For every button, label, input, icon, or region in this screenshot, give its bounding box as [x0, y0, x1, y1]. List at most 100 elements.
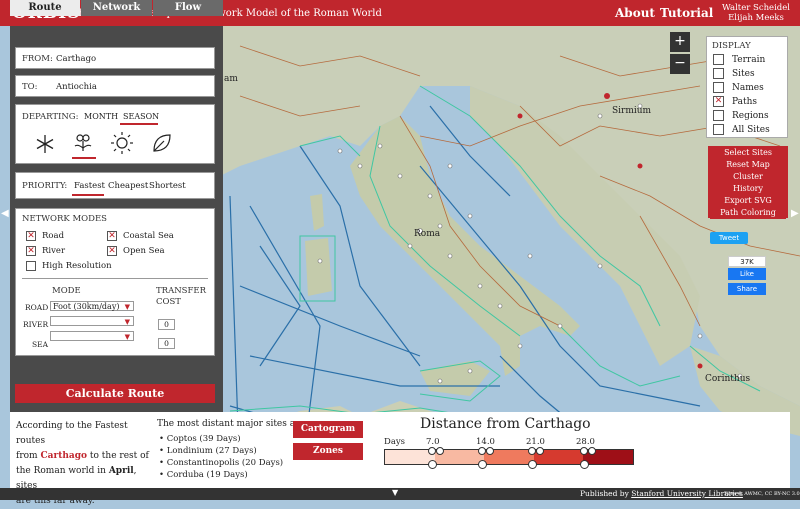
- legend-title: Distance from Carthago: [420, 416, 591, 432]
- sites-checkbox[interactable]: [713, 68, 724, 79]
- history-button[interactable]: History: [710, 183, 786, 195]
- regions-checkbox[interactable]: [713, 110, 724, 121]
- spring-flower-icon[interactable]: [70, 131, 96, 157]
- to-value[interactable]: Antiochia: [56, 82, 97, 92]
- nav-about-link[interactable]: About: [615, 6, 655, 20]
- road-mode-select[interactable]: Foot (30km/day) ▼: [50, 301, 134, 311]
- to-label: TO:: [22, 82, 38, 92]
- coastal-sea-checkbox[interactable]: ✕: [107, 231, 117, 241]
- cluster-button[interactable]: Cluster: [710, 171, 786, 183]
- export-svg-button[interactable]: Export SVG: [710, 195, 786, 207]
- legend-handle[interactable]: [536, 447, 544, 455]
- spring-selected-underline: [72, 157, 96, 159]
- river-checkbox[interactable]: ✕: [26, 246, 36, 256]
- nav-tutorial-link[interactable]: Tutorial: [660, 6, 713, 20]
- coastal-sea-label: Coastal Sea: [123, 231, 174, 241]
- all-sites-label: All Sites: [732, 125, 770, 135]
- to-field[interactable]: TO: Antiochia: [15, 75, 215, 97]
- reset-map-button[interactable]: Reset Map: [710, 159, 786, 171]
- legend-handle[interactable]: [428, 460, 437, 469]
- tab-network[interactable]: Network: [81, 0, 152, 16]
- calculate-route-button[interactable]: Calculate Route: [15, 384, 215, 403]
- select-sites-button[interactable]: Select Sites: [710, 147, 786, 159]
- priority-shortest[interactable]: Shortest: [149, 181, 186, 191]
- legend-handle[interactable]: [478, 447, 486, 455]
- from-field[interactable]: FROM: Carthago: [15, 47, 215, 69]
- autumn-leaf-icon[interactable]: [150, 131, 174, 155]
- share-button[interactable]: Share: [728, 283, 766, 295]
- legend-handle[interactable]: [580, 460, 589, 469]
- land-sardinia: [305, 238, 332, 296]
- terrain-label: Terrain: [732, 55, 766, 65]
- network-modes-label: NETWORK MODES: [22, 214, 107, 224]
- summary-line: to the rest of: [87, 451, 149, 461]
- footer: ▼ Published by Stanford University Libra…: [0, 488, 800, 500]
- season-toggle[interactable]: SEASON: [123, 112, 159, 121]
- month-toggle[interactable]: MONTH: [84, 112, 118, 121]
- zones-button[interactable]: Zones: [293, 443, 363, 460]
- right-arrow-icon[interactable]: ▶: [791, 208, 799, 220]
- open-sea-checkbox[interactable]: ✕: [107, 246, 117, 256]
- open-sea-label: Open Sea: [123, 246, 165, 256]
- like-button[interactable]: Like: [728, 268, 766, 280]
- priority-section: PRIORITY: Fastest Cheapest Shortest: [15, 172, 215, 199]
- map-label-sirmium: Sirmium: [612, 106, 652, 116]
- map-label-roma: Roma: [414, 229, 441, 239]
- left-arrow-icon[interactable]: ◀: [1, 208, 9, 220]
- sea-mode-select[interactable]: ▼: [50, 331, 134, 341]
- road-checkbox[interactable]: ✕: [26, 231, 36, 241]
- legend-tick: 14.0: [476, 437, 495, 447]
- river-mode-select[interactable]: ▼: [50, 316, 134, 326]
- high-resolution-label: High Resolution: [42, 261, 112, 271]
- list-item: • Coptos (39 Days): [159, 434, 241, 444]
- from-value[interactable]: Carthago: [56, 54, 96, 64]
- summary-line: the Roman world in: [16, 466, 109, 476]
- tweet-button[interactable]: Tweet: [710, 232, 748, 244]
- legend-handle[interactable]: [528, 460, 537, 469]
- tab-flow[interactable]: Flow: [153, 0, 223, 16]
- network-modes-section: NETWORK MODES ✕ Road ✕ Coastal Sea ✕ Riv…: [15, 208, 215, 356]
- zoom-out-button[interactable]: −: [670, 54, 690, 74]
- transfer-header: TRANSFER: [156, 286, 206, 296]
- divider: [22, 278, 208, 279]
- map-label-corinthus: Corinthus: [705, 374, 750, 384]
- list-item: • Constantinopolis (20 Days): [159, 458, 284, 468]
- distant-site: Coptos (39 Days): [166, 434, 241, 444]
- like-count: 37K: [728, 256, 766, 267]
- tab-route[interactable]: Route: [10, 0, 80, 16]
- river-transfer-cost-input[interactable]: 0: [158, 338, 175, 349]
- names-checkbox[interactable]: [713, 82, 724, 93]
- legend-swatch: [385, 450, 435, 464]
- river-mode-label: RIVER: [23, 320, 49, 329]
- legend-handle[interactable]: [428, 447, 436, 455]
- paths-checkbox[interactable]: ✕: [713, 96, 724, 107]
- month-name: April: [108, 466, 134, 476]
- chevron-down-icon: ▼: [124, 318, 130, 326]
- sea-mode-label: SEA: [32, 340, 49, 349]
- zoom-in-button[interactable]: +: [670, 32, 690, 52]
- road-transfer-cost-input[interactable]: 0: [158, 319, 175, 330]
- road-label: Road: [42, 231, 65, 241]
- chevron-down-icon[interactable]: ▼: [392, 488, 398, 497]
- mode-header: MODE: [52, 286, 81, 296]
- distant-site: Londinium (27 Days): [166, 446, 257, 456]
- footer-credit: Published by Stanford University Librari…: [580, 489, 743, 498]
- legend-handle[interactable]: [478, 460, 487, 469]
- winter-snowflake-icon[interactable]: [34, 133, 56, 155]
- terrain-checkbox[interactable]: [713, 54, 724, 65]
- legend-handle[interactable]: [588, 447, 596, 455]
- priority-fastest[interactable]: Fastest: [74, 181, 105, 191]
- cartogram-button[interactable]: Cartogram: [293, 421, 363, 438]
- days-label: Days: [384, 437, 406, 447]
- legend-handle[interactable]: [580, 447, 588, 455]
- all-sites-checkbox[interactable]: [713, 124, 724, 135]
- legend-handle[interactable]: [528, 447, 536, 455]
- path-coloring-button[interactable]: Path Coloring: [710, 207, 786, 219]
- legend-handle[interactable]: [486, 447, 494, 455]
- summer-sun-icon[interactable]: [110, 131, 134, 155]
- road-mode-value: Foot (30km/day): [53, 302, 120, 311]
- summary-line: According to the Fastest routes: [16, 421, 128, 446]
- high-resolution-checkbox[interactable]: [26, 261, 36, 271]
- priority-cheapest[interactable]: Cheapest: [108, 181, 148, 191]
- legend-handle[interactable]: [436, 447, 444, 455]
